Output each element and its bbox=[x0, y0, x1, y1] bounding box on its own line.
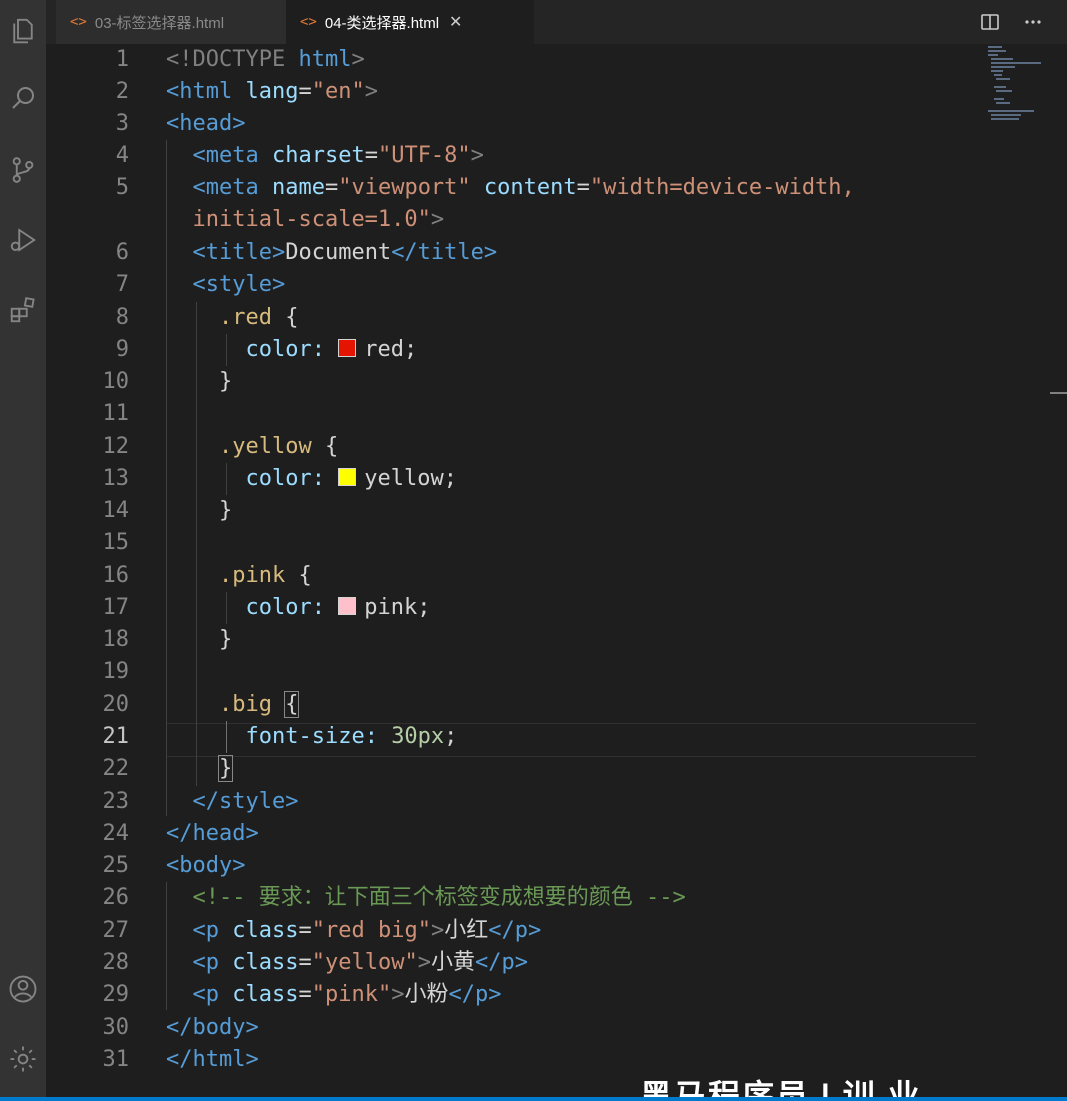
code-line-12: .yellow { bbox=[218, 434, 339, 459]
line-number: 6 bbox=[115, 240, 129, 265]
code-line-23: </style> bbox=[192, 789, 299, 814]
close-icon[interactable]: ✕ bbox=[449, 12, 462, 32]
code-editor[interactable]: 1 2 3 4 5 6 7 8 9 10 11 12 13 14 15 16 17 18 19 20 21 22 23 24 2… bbox=[46, 44, 1067, 1101]
line-number: 23 bbox=[102, 789, 130, 814]
code-line-20: .big { bbox=[218, 691, 300, 718]
line-number: 21 bbox=[102, 724, 130, 749]
line-number: 17 bbox=[102, 595, 130, 620]
pink-color-swatch[interactable] bbox=[338, 597, 357, 615]
yellow-color-swatch[interactable] bbox=[338, 468, 357, 486]
extensions-icon[interactable] bbox=[0, 287, 46, 333]
status-bar bbox=[0, 1097, 1067, 1101]
code-line-5: <meta name="viewport" content="width=dev… bbox=[192, 175, 855, 200]
code-line-5-wrap: initial-scale=1.0"> bbox=[192, 207, 445, 232]
code-line-10: } bbox=[218, 369, 233, 394]
code-line-18: } bbox=[218, 627, 233, 652]
line-number: 2 bbox=[115, 79, 129, 104]
line-number: 20 bbox=[102, 692, 130, 717]
more-actions-icon[interactable] bbox=[1021, 10, 1045, 34]
tab-label: 04-类选择器.html bbox=[324, 14, 440, 32]
line-number: 10 bbox=[102, 369, 130, 394]
split-editor-icon[interactable] bbox=[978, 10, 1002, 34]
line-number: 27 bbox=[102, 918, 130, 943]
code-line-31: </html> bbox=[166, 1047, 259, 1072]
code-line-7: <style> bbox=[192, 272, 286, 297]
scrollbar-position-marker[interactable] bbox=[1050, 392, 1067, 394]
code-line-25: <body> bbox=[166, 853, 246, 878]
line-number: 25 bbox=[102, 853, 130, 878]
code-line-29: <p class="pink">小粉</p> bbox=[192, 982, 502, 1007]
code-line-22: } bbox=[217, 755, 234, 782]
code-line-28: <p class="yellow">小黄</p> bbox=[192, 950, 528, 975]
tab-04-class-selector[interactable]: <> 04-类选择器.html ✕ bbox=[286, 0, 534, 44]
code-line-13: color: yellow; bbox=[245, 466, 457, 491]
code-file-icon: <> bbox=[300, 14, 317, 30]
code-line-26: <!-- 要求：让下面三个标签变成想要的颜色 --> bbox=[192, 885, 686, 910]
tab-label: 03-标签选择器.html bbox=[94, 14, 225, 32]
code-line-1: <!DOCTYPE html> bbox=[166, 47, 365, 72]
code-line-17: color: pink; bbox=[245, 595, 431, 620]
line-number: 28 bbox=[102, 950, 130, 975]
account-icon[interactable] bbox=[0, 966, 46, 1012]
code-line-21: font-size: 30px; bbox=[245, 724, 458, 749]
settings-gear-icon[interactable] bbox=[0, 1036, 46, 1082]
line-number: 1 bbox=[115, 47, 129, 72]
code-line-16: .pink { bbox=[218, 563, 312, 588]
source-control-icon[interactable] bbox=[0, 147, 46, 193]
line-number: 11 bbox=[102, 401, 130, 426]
line-number: 9 bbox=[115, 337, 129, 362]
line-number: 3 bbox=[115, 111, 129, 136]
line-number: 13 bbox=[102, 466, 130, 491]
code-line-4: <meta charset="UTF-8"> bbox=[192, 143, 484, 168]
line-number: 7 bbox=[115, 272, 129, 297]
line-number: 29 bbox=[102, 982, 130, 1007]
tab-bar: <> 03-标签选择器.html <> 04-类选择器.html ✕ bbox=[46, 0, 1067, 44]
line-number: 19 bbox=[102, 659, 130, 684]
line-number: 8 bbox=[115, 305, 129, 330]
line-number: 26 bbox=[102, 885, 130, 910]
code-line-8: .red { bbox=[218, 305, 299, 330]
activity-bar bbox=[0, 0, 46, 1101]
line-number: 24 bbox=[102, 821, 130, 846]
line-number: 4 bbox=[115, 143, 129, 168]
line-number: 5 bbox=[115, 175, 129, 200]
run-debug-icon[interactable] bbox=[0, 217, 46, 263]
explorer-icon[interactable] bbox=[0, 8, 46, 54]
line-number: 31 bbox=[102, 1047, 130, 1072]
tab-03-tag-selector[interactable]: <> 03-标签选择器.html bbox=[56, 0, 294, 44]
code-line-2: <html lang="en"> bbox=[166, 79, 378, 104]
code-line-3: <head> bbox=[166, 111, 246, 136]
line-number: 14 bbox=[102, 498, 130, 523]
line-number: 18 bbox=[102, 627, 130, 652]
line-number: 15 bbox=[102, 530, 130, 555]
code-line-9: color: red; bbox=[245, 337, 418, 362]
code-line-27: <p class="red big">小红</p> bbox=[192, 918, 542, 943]
line-number: 30 bbox=[102, 1015, 130, 1040]
line-number: 12 bbox=[102, 434, 130, 459]
code-file-icon: <> bbox=[70, 14, 87, 30]
line-number: 16 bbox=[102, 563, 130, 588]
code-line-6: <title>Document</title> bbox=[192, 240, 498, 265]
line-number: 22 bbox=[102, 756, 130, 781]
code-line-24: </head> bbox=[166, 821, 259, 846]
red-color-swatch[interactable] bbox=[338, 339, 357, 357]
code-line-14: } bbox=[218, 498, 233, 523]
search-icon[interactable] bbox=[0, 75, 46, 121]
code-line-30: </body> bbox=[166, 1015, 259, 1040]
minimap[interactable] bbox=[984, 44, 1046, 124]
